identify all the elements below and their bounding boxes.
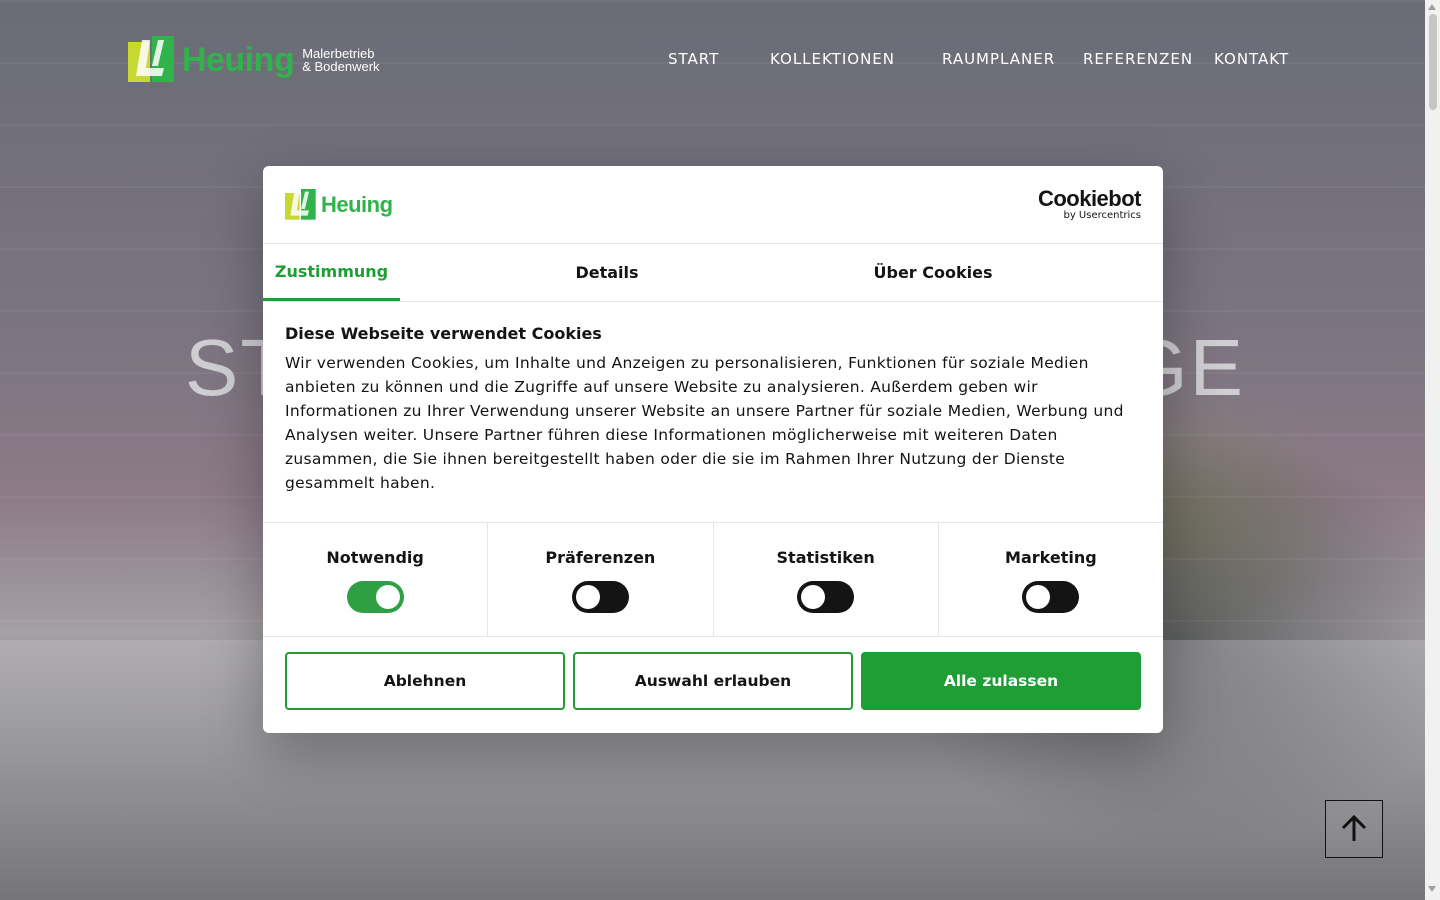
decline-button[interactable]: Ablehnen [285, 652, 565, 710]
tab-details[interactable]: Details [537, 244, 677, 301]
marketing-toggle[interactable] [1022, 581, 1080, 613]
dialog-header: Heuing Cookiebot by Usercentrics [263, 166, 1163, 244]
category-praeferenzen: Präferenzen [488, 523, 714, 636]
dialog-heading: Diese Webseite verwendet Cookies [285, 324, 602, 343]
scrollbar-track[interactable] [1425, 0, 1440, 900]
consent-categories: Notwendig Präferenzen Statistiken Market… [263, 522, 1163, 637]
category-label: Präferenzen [545, 548, 656, 567]
dialog-logo-wordmark: Heuing [321, 192, 393, 217]
nav-item-raumplaner[interactable]: RAUMPLANER [942, 50, 1055, 68]
scroll-down-arrow-icon[interactable] [1428, 886, 1436, 892]
dialog-content: Diese Webseite verwendet Cookies Wir ver… [263, 302, 1163, 522]
category-notwendig: Notwendig [263, 523, 489, 636]
main-nav: START KOLLEKTIONEN RAUMPLANER REFERENZEN… [0, 50, 1440, 70]
toggle-knob [575, 585, 600, 609]
dialog-logo-mark-icon [285, 189, 316, 220]
category-label: Notwendig [326, 548, 424, 567]
nav-item-start[interactable]: START [668, 50, 719, 68]
statistiken-toggle[interactable] [797, 581, 855, 613]
notwendig-toggle[interactable] [346, 581, 404, 613]
dialog-body-text: Wir verwenden Cookies, um Inhalte und An… [285, 354, 1124, 492]
praeferenzen-toggle[interactable] [571, 581, 629, 613]
dialog-buttons: Ablehnen Auswahl erlauben Alle zulassen [263, 637, 1163, 725]
dialog-tabs: Zustimmung Details Über Cookies [263, 244, 1163, 302]
scroll-up-arrow-icon[interactable] [1428, 4, 1436, 10]
allow-all-button[interactable]: Alle zulassen [861, 652, 1141, 710]
category-marketing: Marketing [939, 523, 1163, 636]
cookiebot-name: Cookiebot [1037, 186, 1142, 211]
tab-ueber-cookies[interactable]: Über Cookies [853, 244, 1013, 301]
toggle-knob [1026, 585, 1051, 609]
cookiebot-logo[interactable]: Cookiebot by Usercentrics [1037, 186, 1142, 222]
category-label: Marketing [1005, 548, 1097, 567]
nav-item-kontakt[interactable]: KONTAKT [1214, 50, 1289, 68]
category-statistiken: Statistiken [714, 523, 939, 636]
cookie-consent-dialog: Heuing Cookiebot by Usercentrics Zustimm… [263, 166, 1163, 733]
scrollbar-thumb[interactable] [1429, 14, 1437, 110]
toggle-knob [801, 585, 826, 609]
back-to-top-button[interactable] [1325, 800, 1383, 858]
arrow-up-icon [1341, 814, 1367, 841]
nav-item-referenzen[interactable]: REFERENZEN [1083, 50, 1193, 68]
tab-zustimmung[interactable]: Zustimmung [263, 244, 400, 301]
dialog-logo: Heuing [285, 189, 393, 221]
category-label: Statistiken [776, 548, 875, 567]
allow-selection-button[interactable]: Auswahl erlauben [573, 652, 853, 710]
toggle-knob [375, 585, 400, 609]
cookiebot-sub: by Usercentrics [1063, 210, 1141, 221]
nav-item-kollektionen[interactable]: KOLLEKTIONEN [770, 50, 895, 68]
